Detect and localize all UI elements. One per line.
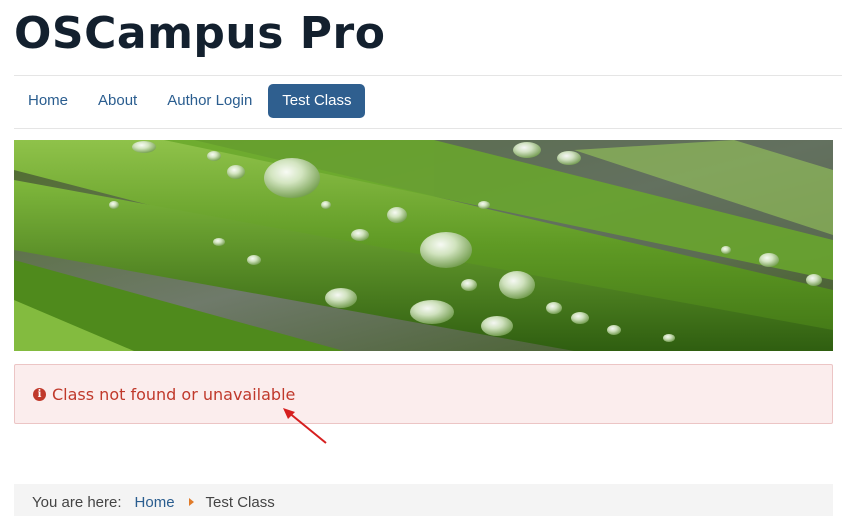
breadcrumb-current: Test Class <box>205 493 275 511</box>
nav-divider-top <box>14 75 842 76</box>
breadcrumb-prefix: You are here: <box>32 493 122 511</box>
annotation-arrow-icon <box>283 408 327 444</box>
info-circle-icon: i <box>33 387 46 401</box>
grass-droplets-illustration <box>14 140 833 351</box>
nav-divider-bottom <box>14 128 842 129</box>
breadcrumb: You are here: Home Test Class <box>14 484 833 516</box>
alert-message: Class not found or unavailable <box>52 384 296 404</box>
main-nav: Home About Author Login Test Class <box>14 84 367 118</box>
breadcrumb-home-link[interactable]: Home <box>135 494 175 511</box>
banner-image <box>14 140 833 351</box>
site-title: OSCampus Pro <box>14 8 386 59</box>
nav-item-test-class[interactable]: Test Class <box>268 84 366 118</box>
nav-item-author-login[interactable]: Author Login <box>153 84 266 118</box>
breadcrumb-separator-icon <box>188 498 194 506</box>
nav-item-about[interactable]: About <box>84 84 151 118</box>
error-alert: i Class not found or unavailable <box>14 364 833 424</box>
nav-item-home[interactable]: Home <box>14 84 82 118</box>
